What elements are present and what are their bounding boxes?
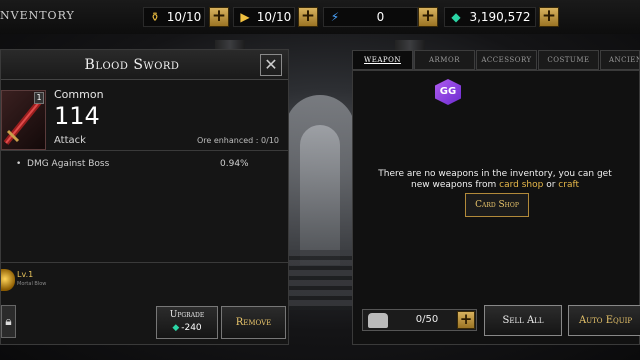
skill-level: Lv.1 xyxy=(17,270,34,279)
ore-enhanced: Ore enhanced : 0/10 xyxy=(196,136,279,145)
option-label: DMG Against Boss xyxy=(27,159,110,169)
resource-value: 3,190,572 xyxy=(469,10,531,24)
auto-equip-button[interactable]: Auto Equip xyxy=(568,305,640,336)
add-ticket-button[interactable]: + xyxy=(298,7,318,27)
item-level-badge: 1 xyxy=(34,92,44,104)
add-gem-button[interactable]: + xyxy=(539,7,559,27)
expand-capacity-button[interactable]: + xyxy=(457,311,475,329)
category-tabs: Weapon Armor Accessory Costume Ancient xyxy=(352,50,640,70)
item-power: 114 xyxy=(54,102,100,130)
capacity-value: 0/50 xyxy=(415,314,439,325)
craft-link[interactable]: craft xyxy=(558,180,579,190)
add-stamina-button[interactable]: + xyxy=(209,7,229,27)
add-crystal-button[interactable]: + xyxy=(418,7,438,27)
lock-icon: 🔒︎ xyxy=(5,314,12,328)
resource-value: 10/10 xyxy=(256,10,292,24)
item-detail-panel: Blood Sword ✕ 1 Common 114 Attack Ore en… xyxy=(0,49,289,345)
tab-costume[interactable]: Costume xyxy=(538,50,599,70)
resource-value: 10/10 xyxy=(166,10,202,24)
resource-gem: ◆ 3,190,572 xyxy=(444,7,536,27)
gem-icon: ◆ xyxy=(172,323,180,333)
card-shop-button[interactable]: Card Shop xyxy=(465,193,529,217)
upgrade-label: Upgrade xyxy=(169,310,205,320)
skill-icon[interactable] xyxy=(1,269,15,291)
close-button[interactable]: ✕ xyxy=(260,54,282,76)
remove-button[interactable]: Remove xyxy=(221,306,286,339)
item-name: Blood Sword xyxy=(84,57,180,73)
empty-inventory-message: There are no weapons in the inventory, y… xyxy=(370,169,620,191)
item-option-value: 0.94% xyxy=(220,159,249,169)
page-title: NVENTORY xyxy=(0,9,75,22)
upgrade-cost: ◆ -240 xyxy=(157,323,217,333)
upgrade-cost-value: -240 xyxy=(181,323,202,333)
tab-accessory[interactable]: Accessory xyxy=(476,50,537,70)
tab-ancient[interactable]: Ancient xyxy=(600,50,640,70)
resource-crystal: ⚡ 0 xyxy=(323,7,418,27)
item-detail-header: Blood Sword ✕ xyxy=(1,50,288,80)
bag-icon xyxy=(368,313,388,328)
resource-ticket: ▶ 10/10 xyxy=(233,7,295,27)
resource-value: 0 xyxy=(376,10,385,24)
item-rarity: Common xyxy=(54,88,104,101)
divider xyxy=(1,150,288,151)
sell-all-button[interactable]: Sell All xyxy=(484,305,562,336)
item-option-name: • DMG Against Boss xyxy=(16,159,110,169)
item-stat-label: Attack xyxy=(54,135,86,146)
tab-armor[interactable]: Armor xyxy=(414,50,475,70)
divider xyxy=(1,262,288,263)
resource-stamina: ⚱ 10/10 xyxy=(143,7,205,27)
castle-door xyxy=(300,125,340,265)
skill-name: Mortal Blow xyxy=(17,281,47,287)
upgrade-button[interactable]: Upgrade ◆ -240 xyxy=(156,306,218,339)
ticket-icon: ▶ xyxy=(240,10,250,24)
gem-icon: ◆ xyxy=(451,10,461,24)
top-bar: NVENTORY ⚱ 10/10 + ▶ 10/10 + ⚡ 0 + ◆ 3,1… xyxy=(0,0,640,34)
tab-weapon[interactable]: Weapon xyxy=(352,50,413,70)
crystal-icon: ⚡ xyxy=(330,10,340,24)
stamina-potion-icon: ⚱ xyxy=(149,10,161,24)
card-shop-link[interactable]: card shop xyxy=(499,180,543,190)
lock-button[interactable]: 🔒︎ xyxy=(1,305,16,338)
empty-message-text: or xyxy=(543,180,559,190)
